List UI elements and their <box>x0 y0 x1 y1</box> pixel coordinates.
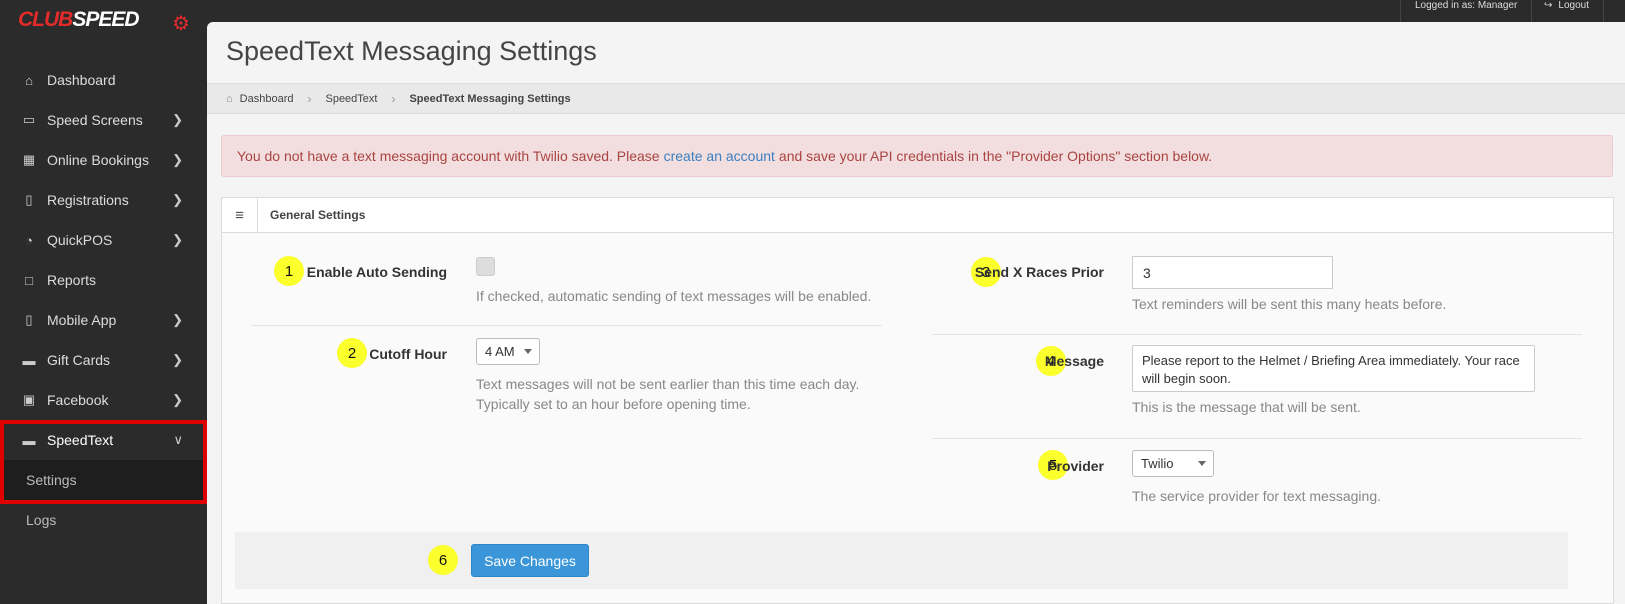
sign-out-icon: ↪ <box>1544 0 1553 11</box>
chevron-right-icon: ❯ <box>172 232 183 247</box>
clubspeed-logo[interactable]: CLUBSPEED ⚙ <box>18 8 190 42</box>
dashboard-gauge-icon: ◔ <box>25 232 33 248</box>
calendar-icon: ▦ <box>22 152 36 167</box>
gear-icon: ⚙ <box>172 13 190 35</box>
enable-auto-sending-help: If checked, automatic sending of text me… <box>476 288 872 304</box>
chevron-right-icon: › <box>391 91 396 106</box>
sidebar-item-label: Speed Screens <box>47 112 143 128</box>
divider <box>252 325 882 326</box>
sidebar-subitem-logs[interactable]: Logs <box>0 500 207 540</box>
breadcrumb: ⌂ Dashboard › SpeedText › SpeedText Mess… <box>207 83 1625 114</box>
provider-label: Provider <box>1047 458 1104 474</box>
logo-text-speed: SPEED <box>72 8 139 31</box>
home-icon: ⌂ <box>25 72 33 88</box>
sidebar-item-quickpos[interactable]: ◔ QuickPOS ❯ <box>0 220 207 260</box>
sidebar-item-gift-cards[interactable]: ▬ Gift Cards ❯ <box>0 340 207 380</box>
provider-value: Twilio <box>1141 456 1174 471</box>
caret-down-icon <box>1198 461 1206 466</box>
sidebar-item-label: SpeedText <box>47 432 114 448</box>
sidebar-nav: ⌂ Dashboard ▭ Speed Screens ❯ ▦ Online B… <box>0 60 207 540</box>
alert-banner: You do not have a text messaging account… <box>221 135 1613 177</box>
sidebar-item-label: Registrations <box>47 192 129 208</box>
sidebar-item-label: Online Bookings <box>47 152 149 168</box>
file-icon: □ <box>25 272 33 288</box>
tablet-icon: ▯ <box>25 192 33 207</box>
divider <box>932 438 1582 439</box>
chevron-right-icon: ❯ <box>172 312 183 327</box>
enable-auto-sending-label: Enable Auto Sending <box>306 264 447 280</box>
create-account-link[interactable]: create an account <box>664 148 775 164</box>
send-x-races-prior-input[interactable]: 3 <box>1132 256 1333 289</box>
sidebar-item-label: Reports <box>47 272 97 288</box>
top-bar: Logged in as: Manager ↪ Logout <box>0 0 1625 22</box>
chevron-right-icon: ❯ <box>172 152 183 167</box>
chevron-right-icon: › <box>307 91 312 106</box>
cutoff-hour-help-1: Text messages will not be sent earlier t… <box>476 376 860 392</box>
sidebar-subitem-label: Logs <box>26 512 57 528</box>
mobile-icon: ▯ <box>25 312 33 327</box>
sidebar-item-label: Mobile App <box>47 312 117 328</box>
sidebar-item-label: QuickPOS <box>47 232 113 248</box>
cutoff-hour-select[interactable]: 4 AM <box>476 338 540 365</box>
sidebar-subitem-label: Settings <box>26 472 77 488</box>
message-label: Message <box>1044 353 1104 369</box>
sidebar-item-label: Gift Cards <box>47 352 111 368</box>
alert-text-before: You do not have a text messaging account… <box>237 148 660 164</box>
menu-icon[interactable]: ≡ <box>222 197 258 233</box>
alert-text-after: and save your API credentials in the "Pr… <box>778 148 1213 164</box>
breadcrumb-speedtext[interactable]: SpeedText <box>325 93 377 105</box>
sidebar-item-speed-screens[interactable]: ▭ Speed Screens ❯ <box>0 100 207 140</box>
sidebar-item-facebook[interactable]: ▣ Facebook ❯ <box>0 380 207 420</box>
chevron-right-icon: ❯ <box>172 352 183 367</box>
chevron-right-icon: ❯ <box>172 112 183 127</box>
chevron-right-icon: ❯ <box>172 392 183 407</box>
cutoff-hour-label: Cutoff Hour <box>369 346 447 362</box>
facebook-icon: ▣ <box>22 392 36 407</box>
sidebar-item-dashboard[interactable]: ⌂ Dashboard <box>0 60 207 100</box>
logout-label: Logout <box>1558 0 1589 11</box>
breadcrumb-dashboard[interactable]: Dashboard <box>240 93 294 105</box>
cutoff-hour-help-2: Typically set to an hour before opening … <box>476 396 751 412</box>
message-textarea[interactable]: Please report to the Helmet / Briefing A… <box>1132 345 1535 392</box>
home-icon: ⌂ <box>226 92 233 105</box>
provider-select[interactable]: Twilio <box>1132 450 1214 477</box>
divider <box>932 334 1582 335</box>
sidebar-item-registrations[interactable]: ▯ Registrations ❯ <box>0 180 207 220</box>
sidebar-item-label: Dashboard <box>47 72 116 88</box>
logout-button[interactable]: ↪ Logout <box>1530 0 1604 22</box>
sidebar-item-mobile-app[interactable]: ▯ Mobile App ❯ <box>0 300 207 340</box>
message-help: This is the message that will be sent. <box>1132 399 1361 415</box>
send-x-races-prior-label: Send X Races Prior <box>974 264 1104 280</box>
page-title: SpeedText Messaging Settings <box>226 36 597 66</box>
main-content: SpeedText Messaging Settings ⌂ Dashboard… <box>207 22 1625 604</box>
save-changes-button[interactable]: Save Changes <box>471 544 589 577</box>
provider-help: The service provider for text messaging. <box>1132 488 1381 504</box>
panel-header: ≡ General Settings <box>222 197 1613 233</box>
send-x-races-prior-value: 3 <box>1143 264 1151 281</box>
credit-card-icon: ▬ <box>22 352 36 368</box>
panel-title: General Settings <box>270 208 366 222</box>
form-actions-bar: 6 Save Changes <box>235 532 1568 589</box>
sidebar-item-speedtext[interactable]: ▬ SpeedText ∨ <box>0 420 207 460</box>
sidebar-item-reports[interactable]: □ Reports <box>0 260 207 300</box>
monitor-icon: ▭ <box>22 112 36 127</box>
logged-in-label: Logged in as: Manager <box>1400 0 1533 22</box>
caret-down-icon <box>524 349 532 354</box>
breadcrumb-current: SpeedText Messaging Settings <box>409 92 571 105</box>
sidebar: CLUBSPEED ⚙ ⌂ Dashboard ▭ Speed Screens … <box>0 0 207 604</box>
cutoff-hour-value: 4 AM <box>485 344 515 359</box>
chevron-right-icon: ❯ <box>172 192 183 207</box>
annotation-badge-6: 6 <box>428 545 458 575</box>
send-x-races-prior-help: Text reminders will be sent this many he… <box>1132 296 1447 312</box>
enable-auto-sending-checkbox[interactable] <box>476 257 495 276</box>
logo-text-club: CLUB <box>18 8 73 31</box>
sidebar-item-label: Facebook <box>47 392 109 408</box>
chevron-down-icon: ∨ <box>173 432 183 447</box>
sidebar-subitem-settings[interactable]: Settings <box>0 460 207 500</box>
comments-icon: ▬ <box>22 432 36 448</box>
sidebar-item-online-bookings[interactable]: ▦ Online Bookings ❯ <box>0 140 207 180</box>
